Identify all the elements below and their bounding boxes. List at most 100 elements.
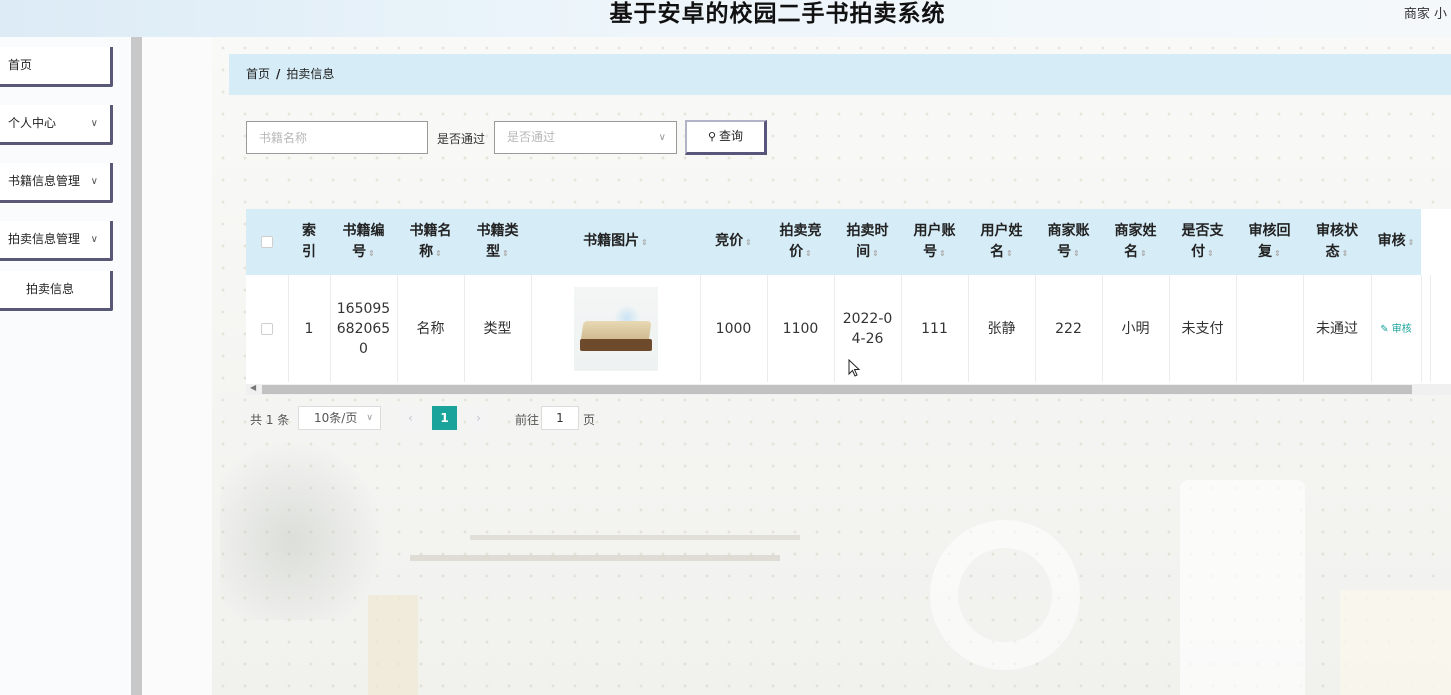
cell-paid: 未支付 [1169,275,1237,382]
breadcrumb-home[interactable]: 首页 [246,67,270,81]
prev-page-button[interactable]: ‹ [398,406,423,430]
sort-icon[interactable]: ⇕ [1274,249,1281,258]
approval-filter-select[interactable]: 是否通过 ∨ [494,121,677,154]
table-horizontal-scrollbar[interactable]: ◀ [246,383,1451,395]
sort-icon[interactable]: ⇕ [1006,249,1013,258]
cell-merchant-account: 222 [1035,275,1103,382]
search-button-label: 查询 [719,129,744,143]
cell-book-no: 165095 682065 0 [330,275,398,382]
cell-book-image [531,275,701,382]
cell-book-name: 名称 [397,275,465,382]
cell-review-action: ✎ 审核 [1371,275,1422,382]
sort-icon[interactable]: ⇕ [872,249,879,258]
sidebar-item-label: 书籍信息管理 [8,174,81,188]
plant-decoration [220,420,400,620]
shelf-decoration [410,555,780,561]
cell-overflow [1421,275,1431,382]
cell-auction-price: 1100 [767,275,835,382]
col-book-type[interactable]: 书籍类型 ⇕ [464,209,531,275]
sort-icon[interactable]: ⇕ [435,249,442,258]
sort-icon[interactable]: ⇕ [502,249,509,258]
col-auction-time[interactable]: 拍卖时间 ⇕ [834,209,901,275]
page-size-value: 10条/页 [314,411,358,425]
breadcrumb-current: 拍卖信息 [286,67,335,81]
pagination-total: 共 1 条 [250,413,290,427]
row-checkbox-cell[interactable] [246,275,289,382]
chevron-down-icon: ∨ [90,234,98,245]
col-review-reply[interactable]: 审核回复 ⇕ [1236,209,1303,275]
sidebar-item-label: 首页 [8,58,33,72]
goto-suffix-label: 页 [583,413,596,427]
cylinder-decoration [1180,480,1305,695]
scroll-thumb[interactable] [262,385,1412,394]
review-button[interactable]: ✎ 审核 [1380,324,1412,335]
col-user-account[interactable]: 用户账号 ⇕ [901,209,968,275]
shelf-decoration [470,535,800,540]
cell-user-account: 111 [901,275,969,382]
ring-decoration [930,520,1080,670]
col-auction-price[interactable]: 拍卖竞价 ⇕ [767,209,834,275]
sort-icon[interactable]: ⇕ [1140,249,1147,258]
sort-icon[interactable]: ⇕ [368,249,375,258]
select-placeholder: 是否通过 [507,130,556,144]
sidebar-scrollbar[interactable] [131,37,142,695]
sidebar-item-auction-management[interactable]: 拍卖信息管理 ∨ [0,221,113,261]
sort-icon[interactable]: ⇕ [745,238,752,247]
cell-book-type: 类型 [464,275,532,382]
col-merchant-name[interactable]: 商家姓名 ⇕ [1102,209,1169,275]
col-review-status[interactable]: 审核状态 ⇕ [1303,209,1371,275]
page-size-select[interactable]: 10条/页 ∨ [298,406,381,430]
current-page-button[interactable]: 1 [432,406,457,430]
sort-icon[interactable]: ⇕ [1207,249,1214,258]
goto-label: 前往 [515,413,540,427]
col-review[interactable]: 审核 ⇕ [1371,209,1421,275]
col-book-image[interactable]: 书籍图片 ⇕ [531,209,700,275]
search-icon: ⚲ [707,130,717,143]
chevron-down-icon: ∨ [658,132,666,143]
col-user-name[interactable]: 用户姓名 ⇕ [968,209,1035,275]
sidebar-item-personal-center[interactable]: 个人中心 ∨ [0,105,113,145]
cell-review-status: 未通过 [1303,275,1372,382]
table-row: 1 165095 682065 0 名称 类型 1000 1100 2022-0 4-… [246,275,1431,382]
user-label[interactable]: 商家 小 [1404,3,1447,22]
col-book-name[interactable]: 书籍名称 ⇕ [397,209,464,275]
sort-icon[interactable]: ⇕ [641,238,648,247]
next-page-button[interactable]: › [466,406,491,430]
search-button[interactable]: ⚲ 查询 [685,120,767,155]
sidebar-item-auction-info[interactable]: 拍卖信息 [0,271,113,311]
book-image[interactable] [573,286,658,371]
chevron-down-icon: ∨ [90,118,98,129]
cell-user-name: 张静 [968,275,1036,382]
breadcrumb-separator: / [276,67,281,81]
select-all-checkbox[interactable] [261,235,273,248]
col-merchant-account[interactable]: 商家账号 ⇕ [1035,209,1102,275]
book-name-search-input[interactable] [246,121,428,154]
cell-merchant-name: 小明 [1102,275,1170,382]
goto-page-input[interactable]: 1 [541,406,579,430]
sidebar-item-label: 拍卖信息管理 [8,232,81,246]
cell-review-reply [1236,275,1304,382]
row-checkbox[interactable] [260,322,273,335]
cell-auction-time: 2022-0 4-26 [834,275,902,382]
block-decoration [368,595,418,695]
sort-icon[interactable]: ⇕ [805,249,812,258]
table-header-row: 索引 书籍编号 ⇕ 书籍名称 ⇕ 书籍类型 ⇕ 书籍图片 ⇕ 竞价 ⇕ 拍卖竞价 ⇕ 拍卖时… [246,209,1430,275]
cell-index: 1 [288,275,331,382]
sidebar-item-label: 拍卖信息 [26,282,75,296]
select-all-checkbox-cell[interactable] [246,209,288,275]
sort-icon[interactable]: ⇕ [1408,238,1415,247]
col-paid[interactable]: 是否支付 ⇕ [1169,209,1236,275]
col-index: 索引 [302,223,316,260]
sidebar-item-book-management[interactable]: 书籍信息管理 ∨ [0,163,113,203]
col-price[interactable]: 竞价 ⇕ [700,209,767,275]
box-decoration [1340,590,1451,695]
approval-filter-label: 是否通过 [437,132,486,146]
scroll-left-icon[interactable]: ◀ [250,383,256,392]
sort-icon[interactable]: ⇕ [1342,249,1349,258]
sort-icon[interactable]: ⇕ [939,249,946,258]
col-book-no[interactable]: 书籍编号 ⇕ [330,209,397,275]
sort-icon[interactable]: ⇕ [1073,249,1080,258]
app-title: 基于安卓的校园二手书拍卖系统 [609,1,946,27]
sidebar-item-home[interactable]: 首页 [0,47,113,87]
sidebar-gap [142,37,212,695]
